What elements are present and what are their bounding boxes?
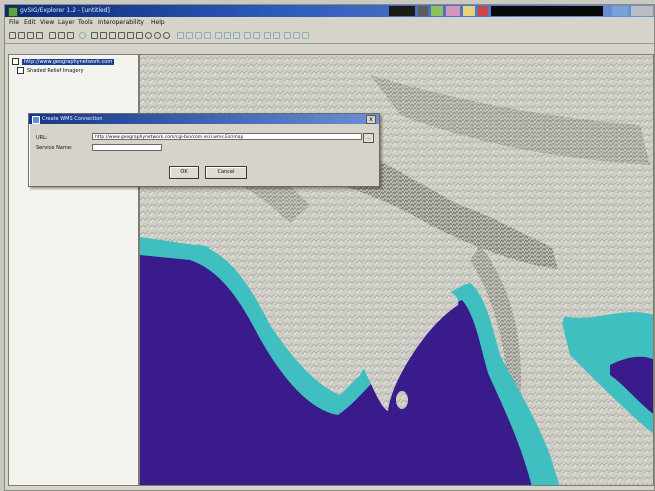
menu-bar: File Edit View Layer Tools Interoperabil… (5, 18, 654, 28)
open-icon[interactable] (9, 32, 16, 39)
zoom-out-icon[interactable] (118, 32, 125, 39)
menu-view[interactable]: View (40, 18, 54, 28)
menu-edit[interactable]: Edit (24, 18, 36, 28)
app-icon (8, 7, 18, 17)
measure-icon[interactable] (186, 32, 193, 39)
identify-icon[interactable] (177, 32, 184, 39)
edit-icon[interactable] (244, 32, 251, 39)
properties-icon[interactable] (67, 32, 74, 39)
vertex-icon[interactable] (253, 32, 260, 39)
toolbar (5, 29, 654, 44)
title-bar[interactable]: gvSIG/Explorer 1.2 - [untitled] (5, 5, 654, 17)
dialog-app-icon (32, 116, 40, 124)
menu-tools[interactable]: Tools (78, 18, 93, 28)
move-icon[interactable] (284, 32, 291, 39)
rotate-icon[interactable] (293, 32, 300, 39)
layer-item[interactable]: Shaded Relief Imagery (17, 67, 84, 75)
taskbar-button[interactable] (631, 6, 653, 16)
scale-icon[interactable] (302, 32, 309, 39)
pointer-icon[interactable] (100, 32, 107, 39)
browse-button[interactable]: ... (363, 133, 374, 143)
dialog-title-bar[interactable]: Create WMS Connection x (29, 114, 379, 124)
info-icon[interactable] (79, 32, 86, 39)
remove-layer-icon[interactable] (58, 32, 65, 39)
select-point-icon[interactable] (215, 32, 222, 39)
close-button[interactable]: x (366, 115, 376, 124)
menu-layer[interactable]: Layer (58, 18, 75, 28)
add-layer-icon[interactable] (49, 32, 56, 39)
url-field[interactable]: http://www.geographynetwork.com/cgi-bin/… (92, 133, 362, 140)
zoom-in-icon[interactable] (109, 32, 116, 39)
taskbar-button[interactable] (612, 6, 628, 16)
select-icon[interactable] (91, 32, 98, 39)
taskbar-button[interactable] (418, 6, 428, 16)
url-label: URL: (36, 135, 48, 141)
taskbar-button[interactable] (389, 6, 415, 16)
layers-icon[interactable] (36, 32, 43, 39)
layer-checkbox[interactable] (17, 67, 24, 74)
layer-label: Shaded Relief Imagery (27, 68, 84, 74)
service-name-field[interactable] (92, 144, 162, 151)
distance-icon[interactable] (195, 32, 202, 39)
taskbar-button[interactable] (463, 6, 475, 16)
zoom-layer-icon[interactable] (136, 32, 143, 39)
cancel-button[interactable]: Cancel (205, 166, 247, 179)
save-icon[interactable] (18, 32, 25, 39)
menu-help[interactable]: Help (151, 18, 165, 28)
layer-item[interactable]: http://www.geographynetwork.com (12, 58, 115, 66)
menu-interoperability[interactable]: Interoperability (98, 18, 144, 28)
taskbar-button[interactable] (478, 6, 488, 16)
layer-checkbox[interactable] (12, 58, 19, 65)
print-icon[interactable] (27, 32, 34, 39)
app-window: gvSIG/Explorer 1.2 - [untitled] File Edi… (4, 4, 655, 491)
select-rect-icon[interactable] (224, 32, 231, 39)
menu-file[interactable]: File (9, 18, 19, 28)
refresh-icon[interactable] (154, 32, 161, 39)
ok-button[interactable]: OK (169, 166, 199, 179)
taskbar-button[interactable] (491, 6, 603, 16)
area-icon[interactable] (204, 32, 211, 39)
layer-label: http://www.geographynetwork.com (22, 59, 115, 65)
polygon-icon[interactable] (273, 32, 280, 39)
window-title: gvSIG/Explorer 1.2 - [untitled] (20, 7, 110, 14)
line-icon[interactable] (264, 32, 271, 39)
dialog-title: Create WMS Connection (42, 116, 103, 122)
select-poly-icon[interactable] (233, 32, 240, 39)
wms-connection-dialog: Create WMS Connection x URL: http://www.… (28, 113, 380, 187)
pan-icon[interactable] (163, 32, 170, 39)
zoom-full-icon[interactable] (127, 32, 134, 39)
search-icon[interactable] (145, 32, 152, 39)
service-name-label: Service Name: (36, 145, 73, 151)
taskbar-button[interactable] (431, 6, 443, 16)
taskbar-button[interactable] (446, 6, 460, 16)
